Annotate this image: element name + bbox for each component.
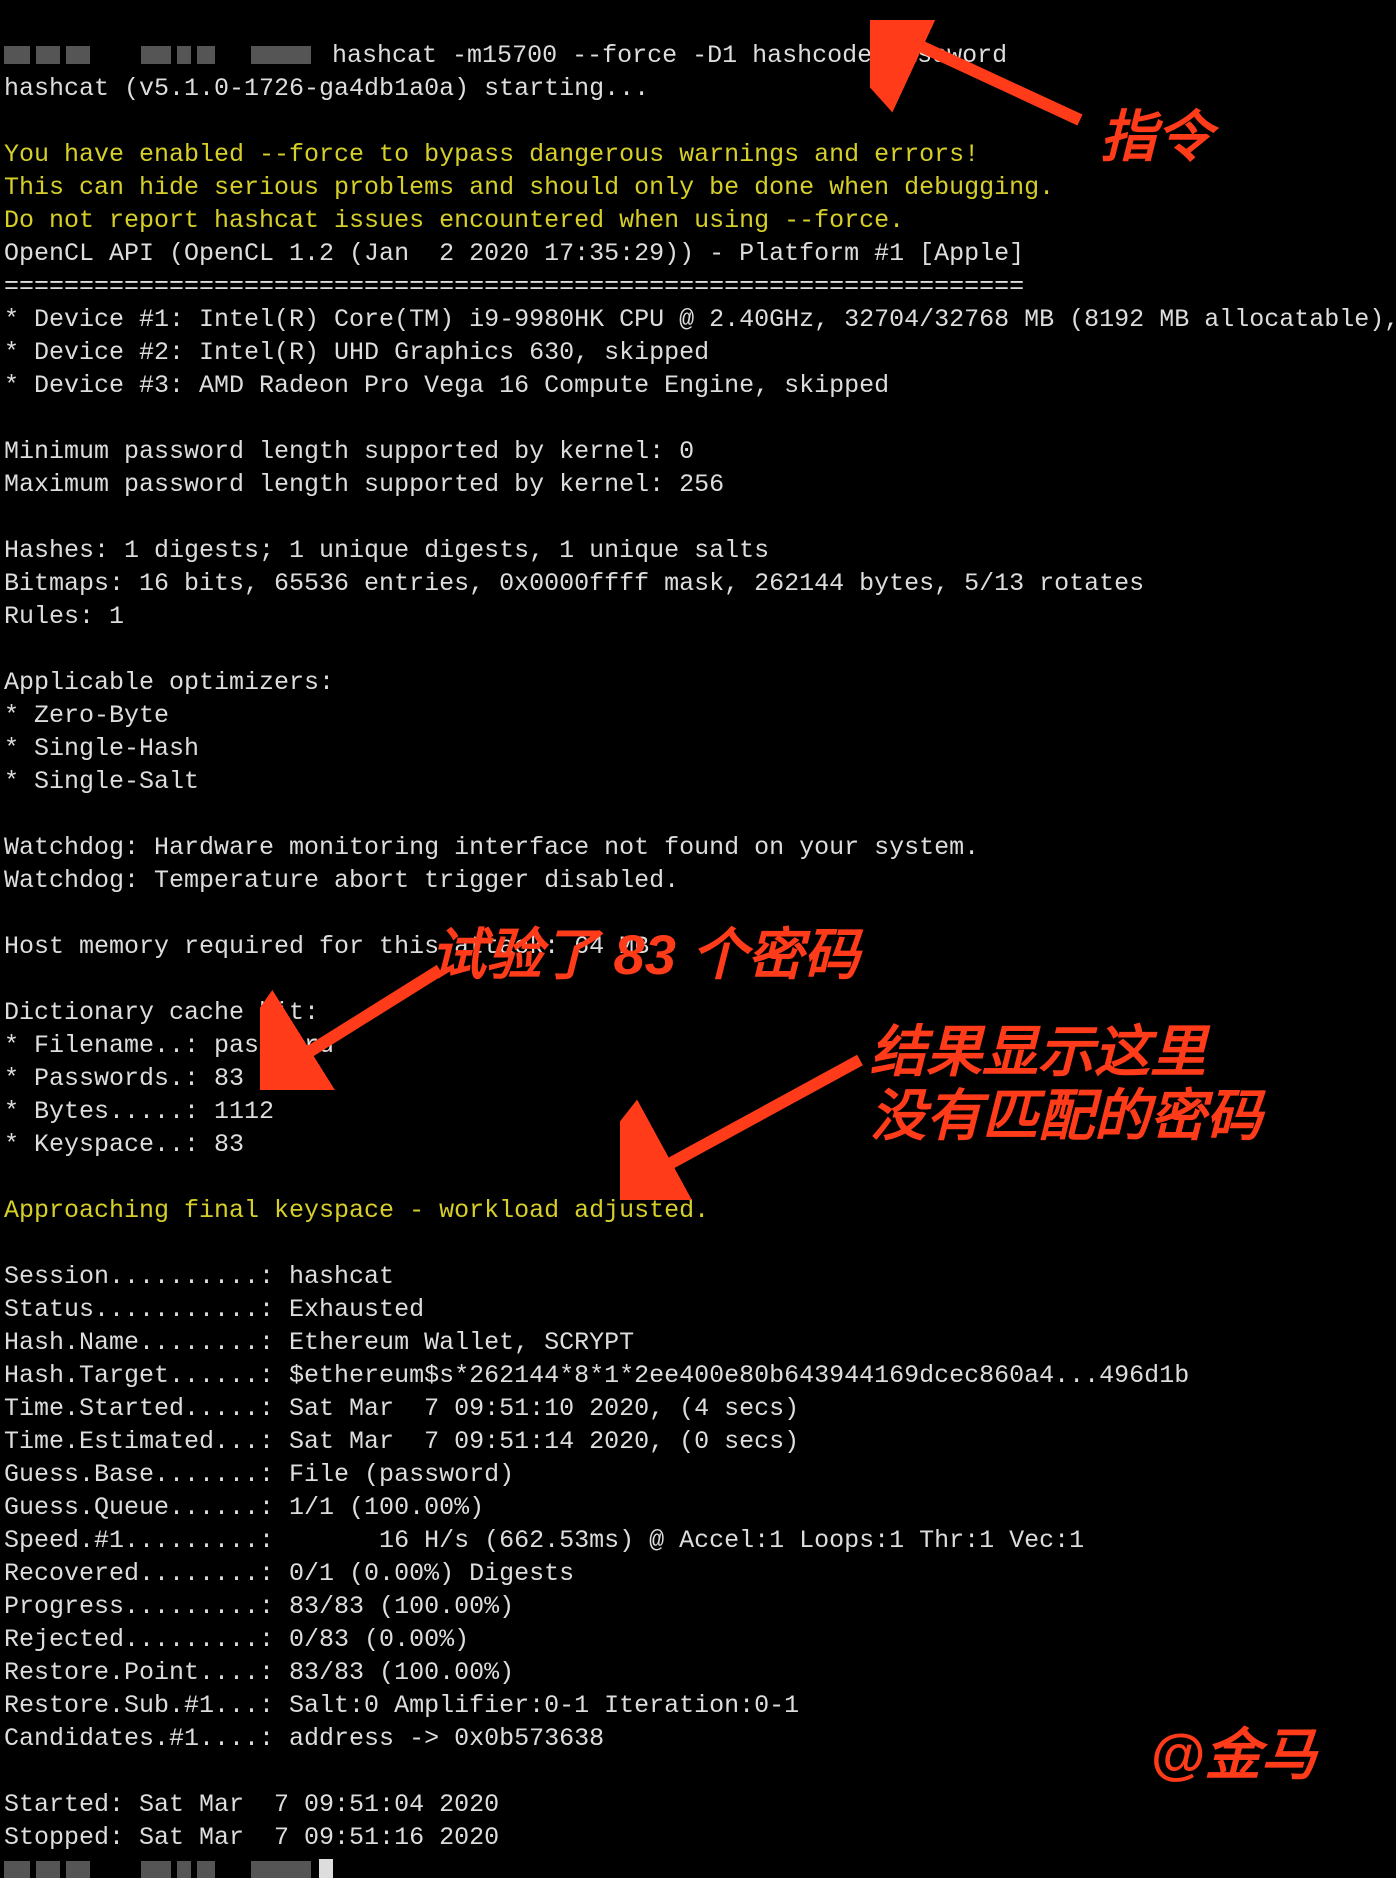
stat-time-estimated: Time.Estimated...: Sat Mar 7 09:51:14 20…: [4, 1427, 799, 1456]
stat-status: Status...........: Exhausted: [4, 1295, 424, 1324]
stat-restore-point: Restore.Point....: 83/83 (100.00%): [4, 1658, 514, 1687]
starting-line: hashcat (v5.1.0-1726-ga4db1a0a) starting…: [4, 74, 649, 103]
approaching-line: Approaching final keyspace - workload ad…: [4, 1196, 709, 1225]
stat-hash-target: Hash.Target......: $ethereum$s*262144*8*…: [4, 1361, 1189, 1390]
stat-candidates: Candidates.#1....: address -> 0x0b573638: [4, 1724, 604, 1753]
max-password-len: Maximum password length supported by ker…: [4, 470, 724, 499]
separator-line: ========================================…: [4, 272, 1024, 301]
host-memory: Host memory required for this attack: 64…: [4, 932, 649, 961]
dict-passwords: * Passwords.: 83: [4, 1064, 244, 1093]
stat-session: Session..........: hashcat: [4, 1262, 394, 1291]
prompt-redacted-2: [4, 1856, 317, 1878]
optimizers-header: Applicable optimizers:: [4, 668, 334, 697]
started-line: Started: Sat Mar 7 09:51:04 2020: [4, 1790, 499, 1819]
dict-keyspace: * Keyspace..: 83: [4, 1130, 244, 1159]
command-line: hashcat -m15700 --force -D1 hashcode pas…: [317, 41, 1007, 70]
force-warning-1: You have enabled --force to bypass dange…: [4, 140, 979, 169]
stat-recovered: Recovered........: 0/1 (0.00%) Digests: [4, 1559, 574, 1588]
dict-bytes: * Bytes.....: 1112: [4, 1097, 274, 1126]
stat-rejected: Rejected.........: 0/83 (0.00%): [4, 1625, 469, 1654]
rules-line: Rules: 1: [4, 602, 124, 631]
watchdog-2: Watchdog: Temperature abort trigger disa…: [4, 866, 679, 895]
optimizer-single-salt: * Single-Salt: [4, 767, 199, 796]
stat-speed: Speed.#1.........: 16 H/s (662.53ms) @ A…: [4, 1526, 1084, 1555]
stat-time-started: Time.Started.....: Sat Mar 7 09:51:10 20…: [4, 1394, 799, 1423]
terminal-output: hashcat -m15700 --force -D1 hashcode pas…: [0, 0, 1396, 1878]
min-password-len: Minimum password length supported by ker…: [4, 437, 694, 466]
stat-restore-sub: Restore.Sub.#1...: Salt:0 Amplifier:0-1 …: [4, 1691, 799, 1720]
device-1: * Device #1: Intel(R) Core(TM) i9-9980HK…: [4, 305, 1396, 334]
dict-cache-header: Dictionary cache hit:: [4, 998, 319, 1027]
stopped-line: Stopped: Sat Mar 7 09:51:16 2020: [4, 1823, 499, 1852]
stat-hash-name: Hash.Name........: Ethereum Wallet, SCRY…: [4, 1328, 634, 1357]
stat-progress: Progress.........: 83/83 (100.00%): [4, 1592, 514, 1621]
optimizer-zero-byte: * Zero-Byte: [4, 701, 169, 730]
device-2: * Device #2: Intel(R) UHD Graphics 630, …: [4, 338, 709, 367]
force-warning-3: Do not report hashcat issues encountered…: [4, 206, 904, 235]
stat-guess-base: Guess.Base.......: File (password): [4, 1460, 514, 1489]
hashes-line: Hashes: 1 digests; 1 unique digests, 1 u…: [4, 536, 769, 565]
watchdog-1: Watchdog: Hardware monitoring interface …: [4, 833, 979, 862]
dict-filename: * Filename..: password: [4, 1031, 334, 1060]
optimizer-single-hash: * Single-Hash: [4, 734, 199, 763]
force-warning-2: This can hide serious problems and shoul…: [4, 173, 1054, 202]
bitmaps-line: Bitmaps: 16 bits, 65536 entries, 0x0000f…: [4, 569, 1144, 598]
opencl-header: OpenCL API (OpenCL 1.2 (Jan 2 2020 17:35…: [4, 239, 1024, 268]
device-3: * Device #3: AMD Radeon Pro Vega 16 Comp…: [4, 371, 889, 400]
stat-guess-queue: Guess.Queue......: 1/1 (100.00%): [4, 1493, 484, 1522]
prompt-redacted: [4, 41, 317, 70]
cursor-icon: [319, 1859, 333, 1878]
